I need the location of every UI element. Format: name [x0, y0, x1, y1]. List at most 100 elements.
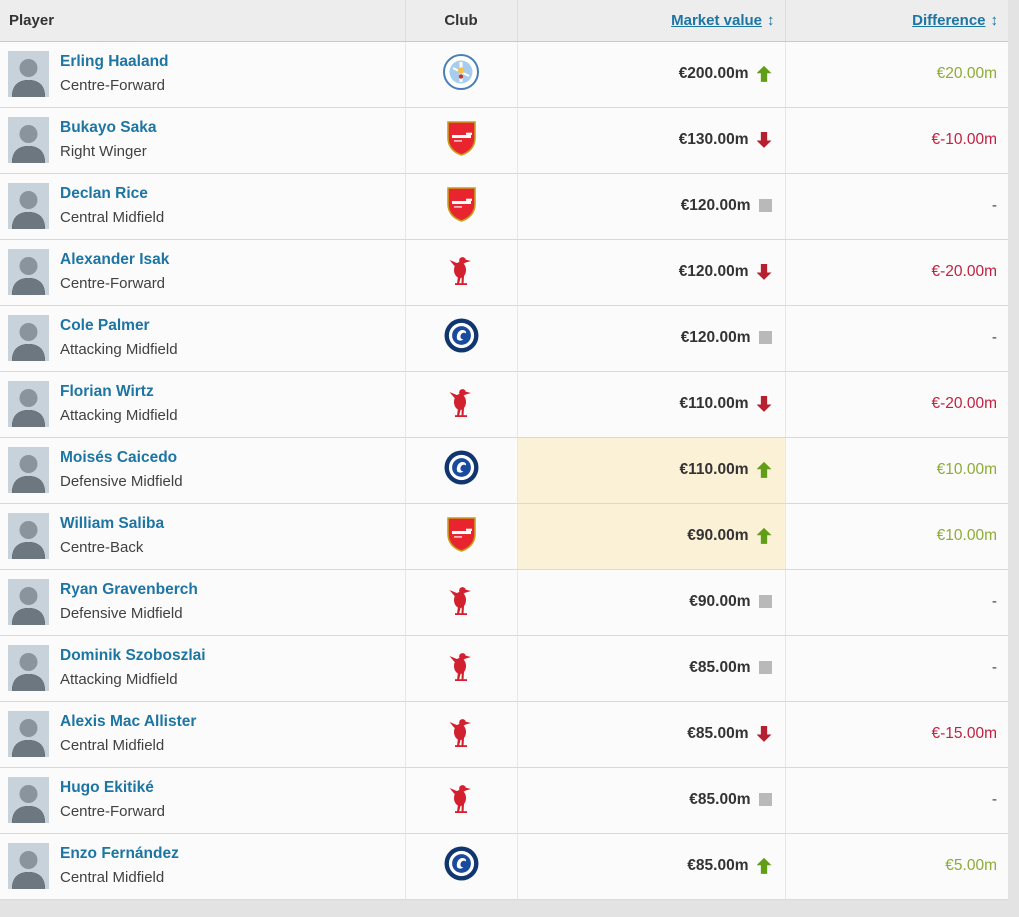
market-value: €110.00m [680, 395, 749, 412]
player-photo[interactable] [8, 315, 49, 361]
player-cell: Moisés Caicedo Defensive Midfield [0, 437, 405, 503]
player-position: Attacking Midfield [60, 341, 178, 358]
difference-cell: €5.00m [785, 833, 1008, 899]
player-position: Centre-Forward [60, 803, 165, 820]
player-photo[interactable] [8, 513, 49, 559]
difference-value: €-10.00m [932, 131, 997, 148]
player-cell: Alexander Isak Centre-Forward [0, 239, 405, 305]
difference-cell: - [785, 767, 1008, 833]
market-value: €130.00m [679, 131, 749, 148]
player-photo[interactable] [8, 381, 49, 427]
player-photo[interactable] [8, 579, 49, 625]
trend-up-icon [757, 528, 772, 544]
market-value: €200.00m [679, 65, 749, 82]
club-cell [405, 701, 517, 767]
market-value-cell: €85.00m [517, 767, 785, 833]
column-header-club: Club [405, 0, 517, 41]
player-photo[interactable] [8, 51, 49, 97]
club-crest-icon-arsenal[interactable] [446, 120, 477, 161]
table-row: William Saliba Centre-Back €90.00m €10.0… [0, 503, 1008, 569]
club-crest-icon-liverpool[interactable] [449, 782, 473, 819]
club-crest-icon-chelsea[interactable] [444, 846, 479, 886]
club-crest-icon-chelsea[interactable] [444, 450, 479, 490]
difference-cell: - [785, 173, 1008, 239]
player-name-link[interactable]: Alexis Mac Allister [60, 711, 196, 733]
club-crest-icon-chelsea[interactable] [444, 318, 479, 358]
club-crest-icon-arsenal[interactable] [446, 186, 477, 227]
player-name-link[interactable]: Erling Haaland [60, 51, 169, 73]
player-photo[interactable] [8, 777, 49, 823]
trend-down-icon [757, 132, 772, 148]
player-position: Central Midfield [60, 209, 164, 226]
trend-same-icon [759, 661, 772, 674]
player-position: Attacking Midfield [60, 407, 178, 424]
club-crest-icon-liverpool[interactable] [449, 650, 473, 687]
club-cell [405, 371, 517, 437]
market-value-cell: €90.00m [517, 503, 785, 569]
player-name-link[interactable]: Moisés Caicedo [60, 447, 183, 469]
player-name-link[interactable]: Bukayo Saka [60, 117, 157, 139]
market-value: €85.00m [689, 791, 750, 808]
column-header-difference: Difference ↕ [785, 0, 1008, 41]
player-name-link[interactable]: Declan Rice [60, 183, 164, 205]
club-crest-icon-liverpool[interactable] [449, 386, 473, 423]
market-value: €90.00m [689, 593, 750, 610]
trend-up-icon [757, 858, 772, 874]
trend-same-icon [759, 595, 772, 608]
player-photo[interactable] [8, 711, 49, 757]
player-cell: Cole Palmer Attacking Midfield [0, 305, 405, 371]
player-photo[interactable] [8, 183, 49, 229]
player-position: Centre-Forward [60, 77, 165, 94]
sort-link-difference[interactable]: Difference [912, 12, 985, 29]
sort-icon-market-value[interactable]: ↕ [767, 12, 775, 29]
difference-cell: €10.00m [785, 437, 1008, 503]
trend-same-icon [759, 793, 772, 806]
player-name-link[interactable]: Alexander Isak [60, 249, 169, 271]
player-position: Attacking Midfield [60, 671, 178, 688]
player-cell: Enzo Fernández Central Midfield [0, 833, 405, 899]
player-photo[interactable] [8, 645, 49, 691]
difference-cell: €-15.00m [785, 701, 1008, 767]
difference-cell: €-10.00m [785, 107, 1008, 173]
difference-value: €-20.00m [932, 263, 997, 280]
difference-cell: €20.00m [785, 41, 1008, 107]
market-value-cell: €90.00m [517, 569, 785, 635]
market-value-cell: €120.00m [517, 173, 785, 239]
player-photo[interactable] [8, 117, 49, 163]
player-photo[interactable] [8, 249, 49, 295]
player-name-link[interactable]: Ryan Gravenberch [60, 579, 198, 601]
player-photo[interactable] [8, 843, 49, 889]
market-value: €110.00m [680, 461, 749, 478]
club-crest-icon-arsenal[interactable] [446, 516, 477, 557]
sort-link-market-value[interactable]: Market value [671, 12, 762, 29]
club-crest-icon-liverpool[interactable] [449, 716, 473, 753]
difference-value: - [992, 791, 997, 808]
club-cell [405, 437, 517, 503]
table-row: Erling Haaland Centre-Forward €200.00m €… [0, 41, 1008, 107]
difference-value: - [992, 197, 997, 214]
player-position: Defensive Midfield [60, 473, 183, 490]
club-crest-icon-mancity[interactable] [443, 54, 479, 95]
trend-down-icon [757, 396, 772, 412]
player-position: Centre-Back [60, 539, 143, 556]
sort-icon-difference[interactable]: ↕ [991, 12, 999, 29]
player-name-link[interactable]: William Saliba [60, 513, 164, 535]
table-row: Moisés Caicedo Defensive Midfield €110.0… [0, 437, 1008, 503]
market-value-cell: €110.00m [517, 371, 785, 437]
player-name-link[interactable]: Cole Palmer [60, 315, 178, 337]
club-cell [405, 635, 517, 701]
club-crest-icon-liverpool[interactable] [449, 254, 473, 291]
player-name-link[interactable]: Florian Wirtz [60, 381, 178, 403]
club-cell [405, 767, 517, 833]
player-name-link[interactable]: Hugo Ekitiké [60, 777, 165, 799]
market-value-cell: €130.00m [517, 107, 785, 173]
market-value-cell: €85.00m [517, 635, 785, 701]
difference-cell: - [785, 635, 1008, 701]
player-photo[interactable] [8, 447, 49, 493]
club-crest-icon-liverpool[interactable] [449, 584, 473, 621]
player-name-link[interactable]: Enzo Fernández [60, 843, 179, 865]
market-value-cell: €120.00m [517, 305, 785, 371]
player-cell: Erling Haaland Centre-Forward [0, 41, 405, 107]
player-name-link[interactable]: Dominik Szoboszlai [60, 645, 206, 667]
difference-cell: €-20.00m [785, 239, 1008, 305]
